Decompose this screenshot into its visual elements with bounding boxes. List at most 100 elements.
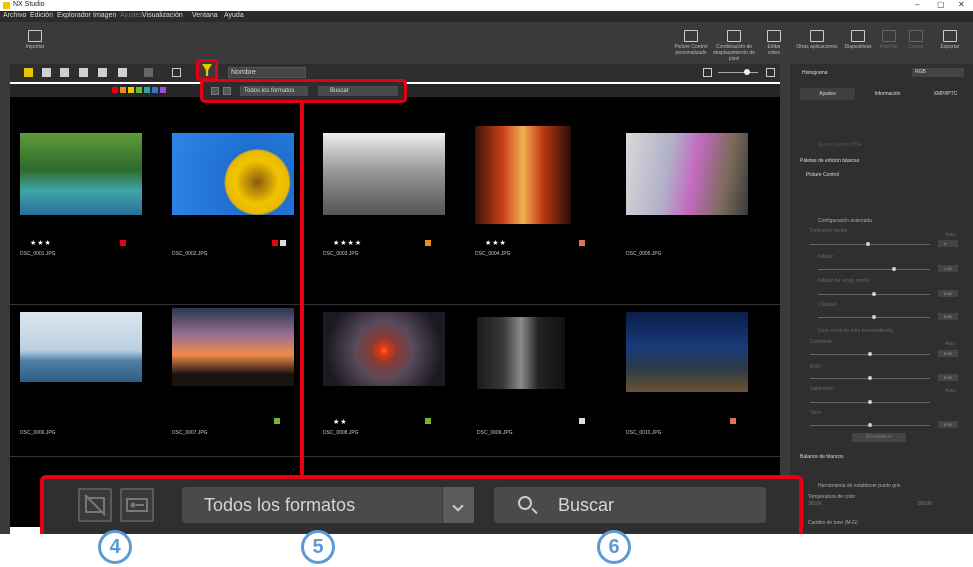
slider-knob[interactable] xyxy=(872,292,876,296)
auto-label: Auto xyxy=(945,341,956,347)
tab-ajustes[interactable]: Ajustes xyxy=(800,88,855,100)
search-placeholder: Buscar xyxy=(558,495,615,515)
import-icon xyxy=(28,30,42,42)
value-field[interactable]: 0.00 xyxy=(938,374,958,381)
video-icon xyxy=(767,30,781,42)
sharpening-slider[interactable] xyxy=(818,269,930,270)
slider-knob[interactable] xyxy=(892,267,896,271)
basic-palettes-header[interactable]: Paletas de edición básicas xyxy=(800,158,859,164)
thumbnail-image xyxy=(20,312,142,382)
slider-knob[interactable] xyxy=(868,400,872,404)
single-view-icon[interactable] xyxy=(60,68,69,77)
hide-unsupported-icon[interactable] xyxy=(78,488,112,522)
label-filter-7[interactable] xyxy=(160,87,166,93)
label-filter-3[interactable] xyxy=(128,87,134,93)
color-label xyxy=(272,240,278,246)
label-filter-5[interactable] xyxy=(144,87,150,93)
formats-label: Todos los formatos xyxy=(204,495,356,515)
slideshow-button[interactable]: Diapositivas xyxy=(843,30,873,50)
tab-xmp[interactable]: XMP/IPTC xyxy=(918,88,973,100)
value-field[interactable]: 0.00 xyxy=(938,313,958,320)
search-field[interactable]: Buscar xyxy=(318,86,398,96)
histogram-header[interactable]: Histograma xyxy=(802,70,828,76)
slider-knob[interactable] xyxy=(868,376,872,380)
auto-label: Auto xyxy=(945,388,956,394)
thumbnail-size-slider[interactable] xyxy=(718,72,758,73)
reset-button[interactable]: Restablecer xyxy=(852,433,906,442)
close-button[interactable]: ✕ xyxy=(958,0,965,9)
value-field[interactable]: 0.00 xyxy=(938,290,958,297)
label-filter-2[interactable] xyxy=(120,87,126,93)
picture-control-icon xyxy=(684,30,698,42)
app-logo-icon xyxy=(3,2,10,9)
rating-stars: ★★★ xyxy=(30,240,52,247)
hide-unsupported-icon[interactable] xyxy=(211,87,219,95)
gray-point-tool[interactable]: Herramienta de establecer punto gris xyxy=(818,483,900,489)
main-toolbar: Importar Picture Control personalizado C… xyxy=(0,22,973,64)
edit-video-button[interactable]: Editar vídeo xyxy=(762,30,786,56)
sharpening-label: Nitidez xyxy=(818,254,834,260)
rating-stars: ★★★ xyxy=(485,240,507,247)
slider-knob[interactable] xyxy=(866,242,870,246)
import-button[interactable]: Importar xyxy=(20,30,50,50)
protected-icon[interactable] xyxy=(223,87,231,95)
filmstrip-view-icon[interactable] xyxy=(79,68,88,77)
list-view-icon[interactable] xyxy=(42,68,51,77)
fit-icon[interactable] xyxy=(172,68,181,77)
window-title: NX Studio xyxy=(13,1,45,8)
slider-knob[interactable] xyxy=(868,352,872,356)
label-filter-4[interactable] xyxy=(136,87,142,93)
advanced-header[interactable]: Configuración avanzada xyxy=(818,218,872,224)
callout-connector xyxy=(300,103,304,476)
label-filter-6[interactable] xyxy=(152,87,158,93)
minimize-button[interactable]: – xyxy=(915,0,919,9)
histogram-mode-select[interactable]: RGB xyxy=(912,68,964,77)
other-apps-button[interactable]: Otras aplicaciones xyxy=(796,30,838,50)
maximize-button[interactable]: ▢ xyxy=(937,0,945,9)
grid-view-icon[interactable] xyxy=(24,68,33,77)
compare-view-icon[interactable] xyxy=(98,68,107,77)
thumbnail-image xyxy=(626,312,748,392)
value-field[interactable]: 0 xyxy=(938,240,958,247)
dual-view-icon[interactable] xyxy=(118,68,127,77)
thumbnail-size-knob[interactable] xyxy=(744,69,750,75)
protected-icon[interactable] xyxy=(120,488,154,522)
picture-control-button[interactable]: Picture Control personalizado xyxy=(672,30,710,56)
menu-explorador[interactable]: Explorador xyxy=(57,12,91,19)
tab-informacion[interactable]: Información xyxy=(860,88,915,100)
chevron-down-icon[interactable] xyxy=(442,487,474,523)
apps-icon xyxy=(810,30,824,42)
value-field[interactable]: 1.00 xyxy=(938,265,958,272)
color-label xyxy=(120,240,126,246)
search-input[interactable]: Buscar xyxy=(494,487,766,523)
temperature-label: Temperatura de color xyxy=(808,494,856,500)
export-icon xyxy=(943,30,957,42)
quick-sharp-slider[interactable] xyxy=(810,244,930,245)
temp-max-label: 8560K xyxy=(918,501,933,507)
menu-imagen[interactable]: Imagen xyxy=(93,12,116,19)
slider-knob[interactable] xyxy=(868,423,872,427)
formats-dropdown[interactable]: Todos los formatos xyxy=(182,487,474,523)
menu-ayuda[interactable]: Ayuda xyxy=(224,12,244,19)
picture-control-header[interactable]: Picture Control xyxy=(806,172,839,178)
file-name: DSC_0001.JPG xyxy=(20,251,56,257)
value-field[interactable]: 0.00 xyxy=(938,350,958,357)
white-balance-header[interactable]: Balance de blancos xyxy=(800,454,844,460)
formats-select[interactable]: Todos los formatos xyxy=(240,86,308,96)
sort-select[interactable]: Nombre xyxy=(228,67,306,78)
menu-edicion[interactable]: Edición xyxy=(30,12,53,19)
menu-visualizacion[interactable]: Visualización xyxy=(142,12,183,19)
menu-archivo[interactable]: Archivo xyxy=(3,12,26,19)
menu-ventana[interactable]: Ventana xyxy=(192,12,218,19)
thumbnail-image xyxy=(475,126,571,224)
slider-knob[interactable] xyxy=(872,315,876,319)
small-thumb-icon[interactable] xyxy=(703,68,712,77)
label-filter-1[interactable] xyxy=(112,87,118,93)
saturation-label: Saturación xyxy=(810,386,834,392)
large-thumb-icon[interactable] xyxy=(766,68,775,77)
filter-button[interactable] xyxy=(196,59,218,81)
pixel-shift-button[interactable]: Combinación de desplazamiento de píxel xyxy=(712,30,756,62)
value-field[interactable]: 0.00 xyxy=(938,421,958,428)
export-button[interactable]: Exportar xyxy=(935,30,965,50)
auto-label: Auto xyxy=(945,232,956,238)
